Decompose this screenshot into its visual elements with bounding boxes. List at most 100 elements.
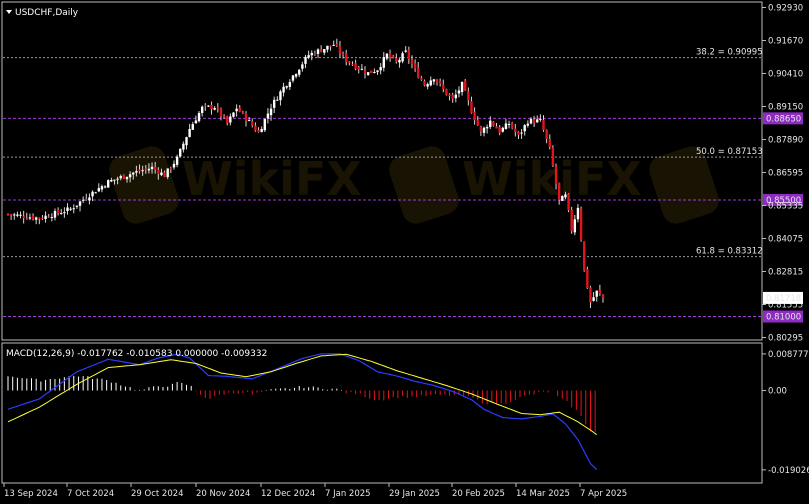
bull-candle (501, 127, 504, 132)
bear-candle (420, 77, 423, 81)
bull-candle (66, 207, 69, 212)
bull-candle (60, 213, 63, 215)
bull-candle (573, 219, 577, 233)
bull-candle (150, 166, 154, 170)
bull-candle (160, 172, 163, 176)
bull-candle (107, 180, 110, 188)
bear-candle (38, 217, 41, 219)
level-price-label: 0.81000 (766, 313, 801, 323)
bear-candle (417, 67, 420, 78)
bear-candle (238, 107, 241, 112)
bull-candle (310, 52, 313, 56)
symbol-header[interactable]: USDCHF,Daily (6, 8, 79, 18)
bear-candle (226, 116, 229, 124)
bear-candle (464, 80, 467, 91)
bull-candle (269, 108, 273, 116)
bull-candle (110, 179, 113, 182)
bull-candle (382, 57, 385, 68)
bear-candle (579, 208, 583, 241)
bull-candle (404, 50, 407, 52)
chart-window[interactable]: WikiFX WikiFX 38.2 = 0.9099550.0 = 0.8715… (0, 0, 809, 504)
bull-candle (81, 199, 85, 201)
bear-candle (448, 94, 451, 96)
price-tick-label: 0.91670 (768, 37, 803, 47)
bull-candle (523, 125, 526, 132)
date-tick-label: 13 Sep 2024 (4, 489, 58, 499)
bear-candle (31, 215, 35, 220)
bull-candle (135, 170, 138, 173)
bear-candle (567, 193, 570, 211)
price-tick-label: 0.85335 (768, 202, 803, 212)
bull-candle (72, 208, 75, 210)
bear-candle (348, 61, 351, 63)
bear-candle (586, 269, 589, 289)
bear-candle (210, 104, 213, 110)
bull-candle (520, 132, 523, 134)
bear-candle (473, 111, 476, 121)
date-tick-label: 12 Dec 2024 (261, 489, 315, 499)
bull-candle (128, 174, 132, 178)
bear-candle (495, 126, 498, 129)
bear-candle (138, 169, 141, 172)
bear-candle (551, 147, 555, 167)
watermark-text: WikiFX (182, 152, 362, 206)
bear-candle (251, 121, 254, 126)
bull-candle (379, 67, 382, 71)
macd-tick-label: 0.008777 (768, 350, 809, 360)
bull-candle (16, 214, 19, 216)
bull-candle (78, 201, 82, 206)
bear-candle (47, 216, 50, 218)
bear-candle (589, 287, 592, 303)
bear-candle (601, 294, 605, 298)
price-tick-label: 0.87890 (768, 136, 803, 146)
bull-candle (232, 112, 235, 117)
bull-candle (179, 148, 182, 157)
price-tick-label: 0.80295 (768, 334, 803, 344)
macd-tick-label: 0.00 (768, 387, 787, 397)
date-tick-label: 20 Feb 2025 (452, 489, 505, 499)
bull-candle (592, 297, 595, 301)
bear-candle (554, 166, 558, 185)
bear-candle (338, 46, 342, 54)
fib-level-label: 50.0 = 0.87153 (696, 147, 763, 157)
bull-candle (91, 191, 94, 197)
bear-candle (570, 209, 573, 231)
bear-candle (157, 169, 160, 175)
bull-candle (332, 44, 335, 46)
bear-candle (514, 128, 517, 133)
bull-candle (454, 94, 458, 99)
fib-level-label: 38.2 = 0.90995 (696, 48, 763, 58)
bear-candle (254, 125, 257, 131)
macd-panel[interactable] (1, 342, 763, 484)
price-tick-label: 0.82815 (768, 268, 803, 278)
bear-candle (467, 91, 470, 101)
bear-candle (410, 59, 414, 65)
bull-candle (63, 212, 66, 214)
price-tick-label: 0.84075 (768, 235, 803, 245)
bull-candle (360, 68, 364, 70)
bull-candle (213, 107, 216, 110)
macd-tick-label: -0.019026 (768, 466, 809, 476)
bull-candle (304, 56, 307, 64)
bull-candle (316, 49, 320, 54)
bear-candle (354, 63, 357, 69)
bear-candle (438, 80, 442, 84)
bull-candle (172, 163, 176, 168)
macd-title: MACD(12,26,9) -0.017762 -0.010583 0.0000… (6, 349, 267, 359)
price-tick-label: 0.90410 (768, 70, 803, 80)
fib-level-label: 61.8 = 0.83312 (696, 247, 763, 257)
bull-candle (182, 143, 185, 150)
bear-candle (370, 70, 373, 73)
bull-candle (19, 214, 22, 216)
bear-candle (363, 70, 367, 74)
bull-candle (576, 207, 580, 220)
bear-candle (388, 52, 392, 58)
bull-candle (279, 91, 282, 101)
bear-candle (598, 290, 602, 294)
bear-candle (435, 79, 439, 83)
bull-candle (53, 210, 57, 218)
bear-candle (313, 52, 317, 55)
bear-candle (583, 241, 586, 271)
bull-candle (526, 123, 530, 126)
bear-candle (498, 127, 501, 133)
